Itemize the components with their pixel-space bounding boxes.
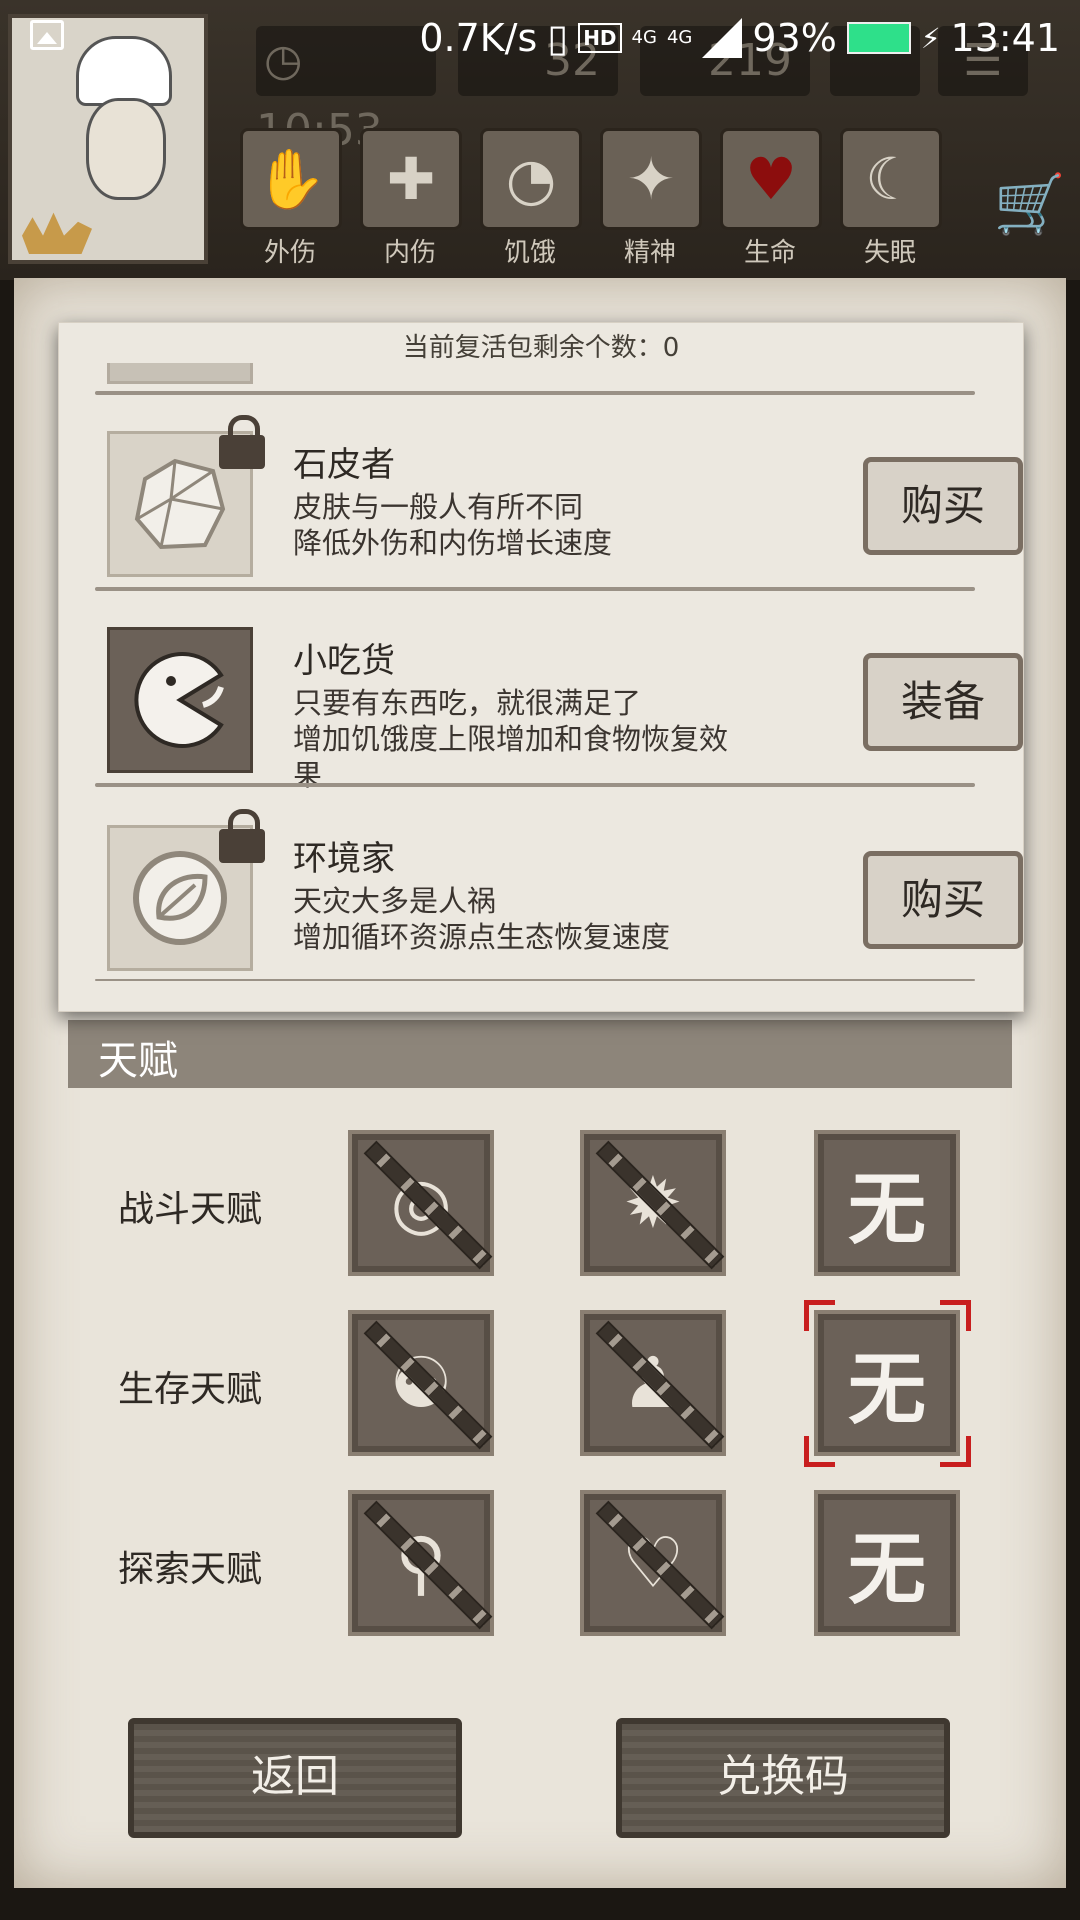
stat-spirit: ✦ 精神: [600, 128, 702, 269]
combat-talent-label: 战斗天赋: [118, 1189, 263, 1230]
status-bar: 0.7K/s ▯ HD 4G 4G 93% ⚡ 13:41: [0, 0, 1080, 76]
perk-row-environmentalist: 环境家 天灾大多是人祸 增加循环资源点生态恢复速度 购买: [107, 809, 1023, 975]
clock: 13:41: [950, 16, 1060, 60]
talent-slot-muscle[interactable]: ♟: [580, 1310, 726, 1456]
buy-button[interactable]: 购买: [863, 457, 1023, 555]
section-title: 天赋: [98, 1038, 178, 1084]
selection-corner: [940, 1436, 971, 1467]
head-icon: ✦: [600, 128, 702, 230]
moon-icon: ☾: [840, 128, 942, 230]
talent-slot-empty[interactable]: 无: [814, 1130, 960, 1276]
divider: [95, 783, 975, 787]
talent-slot-heart-hand[interactable]: ♡: [580, 1490, 726, 1636]
talent-slot-empty[interactable]: 无: [814, 1490, 960, 1636]
talent-slot-burst[interactable]: ✹: [580, 1130, 726, 1276]
stat-health: ♥ 生命: [720, 128, 822, 269]
talent-slot-target[interactable]: ◎: [348, 1130, 494, 1276]
perk-popup: 当前复活包剩余个数：0 石皮者 皮肤与一般人有所不同 降低外伤和内伤增长速度 购…: [58, 322, 1024, 1012]
talent-slot-shovel[interactable]: ⚲: [348, 1490, 494, 1636]
perk-description: 皮肤与一般人有所不同 降低外伤和内伤增长速度: [293, 490, 613, 560]
survival-talent-label: 生存天赋: [118, 1369, 263, 1410]
back-button[interactable]: 返回: [128, 1718, 462, 1838]
perk-title: 环境家: [293, 839, 395, 879]
vibrate-icon: ▯: [547, 16, 569, 60]
perk-row-stone-skin: 石皮者 皮肤与一般人有所不同 降低外伤和内伤增长速度 购买: [107, 415, 1023, 581]
camel-icon: [22, 212, 92, 254]
pacman-icon: [107, 627, 253, 773]
shopping-cart-icon[interactable]: 🛒: [994, 170, 1066, 239]
battery-icon: [846, 22, 911, 54]
stat-external-injury: ✋ 外伤: [240, 128, 342, 269]
divider: [95, 391, 975, 395]
perk-title: 石皮者: [293, 445, 395, 485]
network-4g-icon-2: 4G: [666, 27, 693, 48]
revive-pack-count: 当前复活包剩余个数：0: [402, 333, 680, 363]
stomach-icon: ◔: [480, 128, 582, 230]
gallery-notification-icon: [30, 20, 64, 50]
equip-button[interactable]: 装备: [863, 653, 1023, 751]
exploration-talent-label: 探索天赋: [118, 1549, 263, 1590]
divider: [95, 979, 975, 981]
chain-lock-icon: [363, 1500, 493, 1630]
redeem-code-button[interactable]: 兑换码: [616, 1718, 950, 1838]
charging-icon: ⚡: [920, 21, 941, 55]
talent-slot-hands[interactable]: ☯: [348, 1310, 494, 1456]
chain-lock-icon: [363, 1140, 493, 1270]
battery-percent: 93%: [752, 16, 837, 60]
heart-icon: ♥: [720, 128, 822, 230]
lock-icon: [219, 415, 265, 469]
perk-title: 小吃货: [293, 641, 395, 681]
stat-insomnia: ☾ 失眠: [840, 128, 942, 269]
previous-perk-peek: [107, 363, 253, 384]
selection-corner: [940, 1300, 971, 1331]
chef-face-icon: [86, 98, 166, 200]
stat-internal-injury: ✚ 内伤: [360, 128, 462, 269]
network-4g-icon: 4G: [631, 27, 657, 48]
hd-icon: HD: [578, 23, 622, 53]
lock-icon: [219, 809, 265, 863]
stat-hunger: ◔ 饥饿: [480, 128, 582, 269]
selection-corner: [804, 1300, 835, 1331]
chain-lock-icon: [363, 1320, 493, 1450]
perk-row-foodie: 小吃货 只要有东西吃，就很满足了 增加饥饿度上限增加和食物恢复效果 装备: [107, 627, 1023, 792]
signal-icon: [702, 18, 743, 58]
divider: [95, 587, 975, 591]
talent-section-header: 天赋: [68, 1020, 1012, 1088]
perk-description: 只要有东西吃，就很满足了 增加饥饿度上限增加和食物恢复效果: [293, 686, 729, 792]
talent-slot-empty-selected[interactable]: 无: [814, 1310, 960, 1456]
selection-corner: [804, 1436, 835, 1467]
hand-icon: ✋: [240, 128, 342, 230]
chain-lock-icon: [595, 1140, 725, 1270]
perk-description: 天灾大多是人祸 增加循环资源点生态恢复速度: [293, 884, 671, 954]
chain-lock-icon: [595, 1320, 725, 1450]
buy-button[interactable]: 购买: [863, 851, 1023, 949]
network-speed: 0.7K/s: [419, 16, 538, 60]
chain-lock-icon: [595, 1500, 725, 1630]
cross-icon: ✚: [360, 128, 462, 230]
